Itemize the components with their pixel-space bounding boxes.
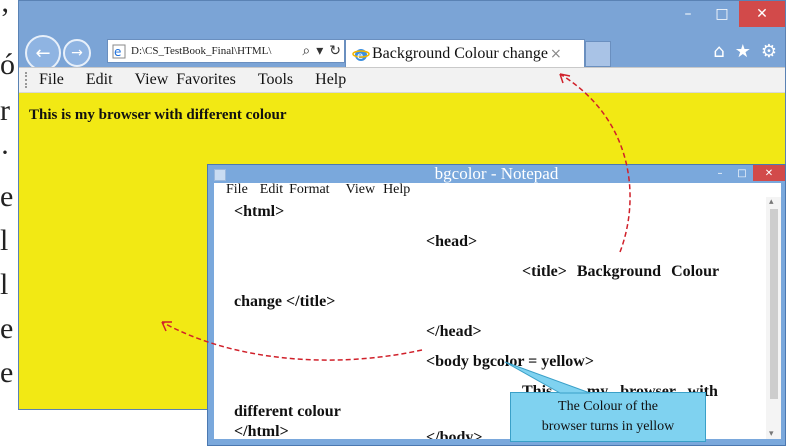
annotation-arrows — [161, 73, 631, 394]
arrow-to-tab — [559, 73, 631, 253]
arrow-to-page — [161, 321, 423, 361]
callout-pointer — [504, 361, 591, 394]
